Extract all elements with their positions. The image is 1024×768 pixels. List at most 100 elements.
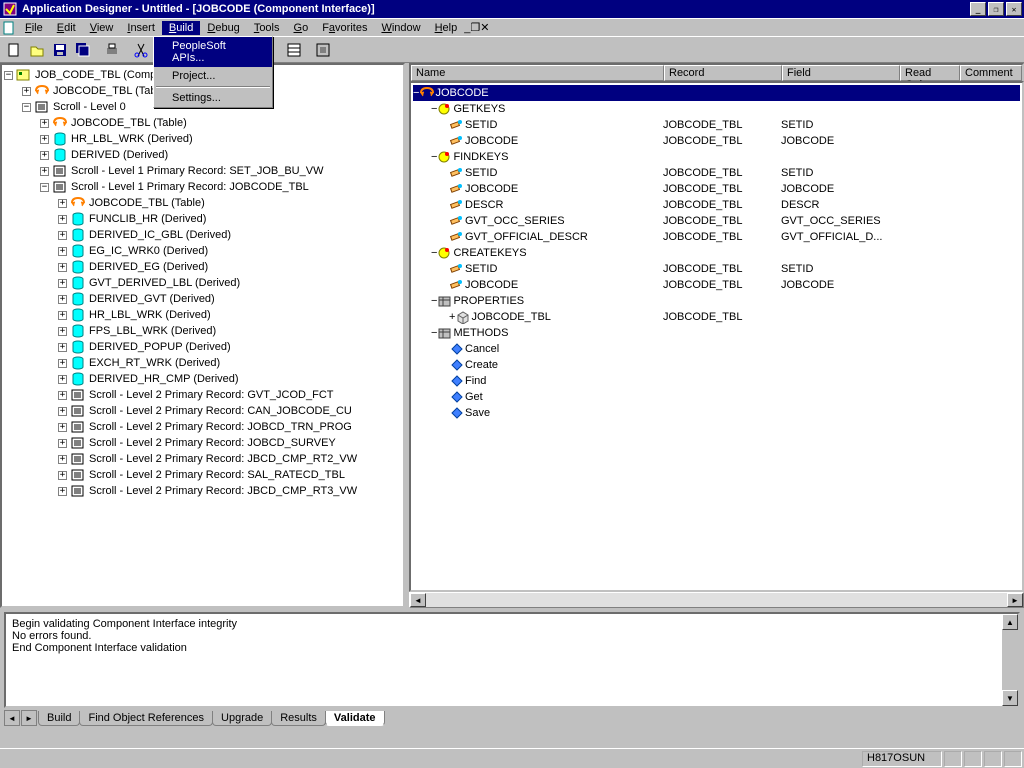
expand-icon[interactable]: + xyxy=(58,391,67,400)
tab-nav-left[interactable]: ◄ xyxy=(4,710,20,726)
tb-save-all[interactable] xyxy=(71,39,94,61)
collapse-icon[interactable]: − xyxy=(22,103,31,112)
tree-row[interactable]: +HR_LBL_WRK (Derived) xyxy=(4,131,403,147)
tab-upgrade[interactable]: Upgrade xyxy=(212,711,272,726)
scroll-down-icon[interactable]: ▼ xyxy=(1002,690,1018,706)
expand-icon[interactable]: + xyxy=(58,295,67,304)
mdi-restore-button[interactable]: ❐ xyxy=(470,21,480,34)
tree-row[interactable]: JOBCODEJOBCODE_TBLJOBCODE xyxy=(413,133,1020,149)
col-record[interactable]: Record xyxy=(664,65,782,81)
tb-open[interactable] xyxy=(25,39,48,61)
expand-icon[interactable]: + xyxy=(58,327,67,336)
col-comment[interactable]: Comment xyxy=(960,65,1022,81)
tree-row[interactable]: GVT_OCC_SERIESJOBCODE_TBLGVT_OCC_SERIES xyxy=(413,213,1020,229)
tree-row[interactable]: Create xyxy=(413,357,1020,373)
tree-row[interactable]: +DERIVED_HR_CMP (Derived) xyxy=(4,371,403,387)
tree-row[interactable]: +Scroll - Level 2 Primary Record: CAN_JO… xyxy=(4,403,403,419)
tree-row[interactable]: +EXCH_RT_WRK (Derived) xyxy=(4,355,403,371)
menu-edit[interactable]: Edit xyxy=(50,21,83,35)
expand-icon[interactable]: + xyxy=(58,439,67,448)
tab-results[interactable]: Results xyxy=(271,711,326,726)
tb-save[interactable] xyxy=(48,39,71,61)
col-readonly[interactable]: Read Only xyxy=(900,65,960,81)
tree-row[interactable]: +JOBCODE_TBL (Table) xyxy=(4,195,403,211)
menu-debug[interactable]: Debug xyxy=(200,21,246,35)
tree-row[interactable]: +FPS_LBL_WRK (Derived) xyxy=(4,323,403,339)
tree-row[interactable]: +HR_LBL_WRK (Derived) xyxy=(4,307,403,323)
tree-row[interactable]: JOBCODEJOBCODE_TBLJOBCODE xyxy=(413,181,1020,197)
menu-peoplesoft-apis[interactable]: PeopleSoft APIs... xyxy=(154,37,272,67)
menu-tools[interactable]: Tools xyxy=(247,21,287,35)
expand-icon[interactable]: + xyxy=(58,311,67,320)
tree-row[interactable]: +DERIVED_POPUP (Derived) xyxy=(4,339,403,355)
menu-window[interactable]: Window xyxy=(374,21,427,35)
tree-row[interactable]: +JOBCODE_TBLJOBCODE_TBL xyxy=(413,309,1020,325)
menu-view[interactable]: View xyxy=(83,21,121,35)
expand-icon[interactable]: + xyxy=(58,215,67,224)
tree-row[interactable]: +EG_IC_WRK0 (Derived) xyxy=(4,243,403,259)
tree-row[interactable]: +Scroll - Level 2 Primary Record: JOBCD_… xyxy=(4,419,403,435)
tree-row[interactable]: +Scroll - Level 2 Primary Record: GVT_JC… xyxy=(4,387,403,403)
tree-row[interactable]: +DERIVED_GVT (Derived) xyxy=(4,291,403,307)
tb-new[interactable] xyxy=(2,39,25,61)
tree-row[interactable]: SETIDJOBCODE_TBLSETID xyxy=(413,117,1020,133)
expand-icon[interactable]: + xyxy=(58,343,67,352)
right-tree-pane[interactable]: −JOBCODE−GETKEYSSETIDJOBCODE_TBLSETIDJOB… xyxy=(409,81,1024,592)
tree-row[interactable]: +Scroll - Level 2 Primary Record: JOBCD_… xyxy=(4,435,403,451)
tree-row[interactable]: +DERIVED (Derived) xyxy=(4,147,403,163)
tab-build[interactable]: Build xyxy=(38,711,80,726)
tb-properties[interactable] xyxy=(282,39,305,61)
expand-icon[interactable]: + xyxy=(58,359,67,368)
tree-row[interactable]: Find xyxy=(413,373,1020,389)
tb-print[interactable] xyxy=(100,39,123,61)
tree-row[interactable]: +FUNCLIB_HR (Derived) xyxy=(4,211,403,227)
menu-file[interactable]: File xyxy=(18,21,50,35)
expand-icon[interactable]: + xyxy=(58,263,67,272)
tb-build[interactable] xyxy=(311,39,334,61)
expand-icon[interactable]: + xyxy=(58,279,67,288)
expand-icon[interactable]: + xyxy=(40,151,49,160)
expand-icon[interactable]: + xyxy=(58,487,67,496)
tree-row[interactable]: +DERIVED_EG (Derived) xyxy=(4,259,403,275)
menu-help[interactable]: Help xyxy=(428,21,465,35)
tree-row[interactable]: −GETKEYS xyxy=(413,101,1020,117)
col-name[interactable]: Name xyxy=(411,65,664,81)
tree-row[interactable]: −CREATEKEYS xyxy=(413,245,1020,261)
tree-row[interactable]: +GVT_DERIVED_LBL (Derived) xyxy=(4,275,403,291)
tree-row[interactable]: +Scroll - Level 2 Primary Record: SAL_RA… xyxy=(4,467,403,483)
expand-icon[interactable]: + xyxy=(58,199,67,208)
mdi-close-button[interactable]: ✕ xyxy=(480,21,489,34)
col-field[interactable]: Field xyxy=(782,65,900,81)
tree-row[interactable]: −PROPERTIES xyxy=(413,293,1020,309)
expand-icon[interactable]: + xyxy=(58,247,67,256)
expand-icon[interactable]: + xyxy=(40,167,49,176)
output-vscroll[interactable]: ▲ ▼ xyxy=(1002,614,1018,706)
expand-icon[interactable]: + xyxy=(58,407,67,416)
menu-favorites[interactable]: Favorites xyxy=(315,21,374,35)
menu-go[interactable]: Go xyxy=(287,21,316,35)
tab-find[interactable]: Find Object References xyxy=(79,711,213,726)
tree-row[interactable]: −FINDKEYS xyxy=(413,149,1020,165)
tree-row[interactable]: +Scroll - Level 2 Primary Record: JBCD_C… xyxy=(4,483,403,499)
tree-row[interactable]: SETIDJOBCODE_TBLSETID xyxy=(413,165,1020,181)
close-button[interactable]: ✕ xyxy=(1006,2,1022,16)
expand-icon[interactable]: + xyxy=(58,375,67,384)
left-tree-pane[interactable]: −JOB_CODE_TBL (Component)+JOBCODE_TBL (T… xyxy=(0,63,405,608)
expand-icon[interactable]: + xyxy=(58,231,67,240)
menu-project[interactable]: Project... xyxy=(154,67,272,85)
output-text[interactable]: Begin validating Component Interface int… xyxy=(4,612,1020,708)
expand-icon[interactable]: + xyxy=(58,423,67,432)
tab-nav-right[interactable]: ► xyxy=(21,710,37,726)
scroll-up-icon[interactable]: ▲ xyxy=(1002,614,1018,630)
tree-row[interactable]: Get xyxy=(413,389,1020,405)
expand-icon[interactable]: + xyxy=(58,471,67,480)
tree-row[interactable]: DESCRJOBCODE_TBLDESCR xyxy=(413,197,1020,213)
maximize-button[interactable]: ❐ xyxy=(988,2,1004,16)
tree-row[interactable]: SETIDJOBCODE_TBLSETID xyxy=(413,261,1020,277)
tree-row[interactable]: +DERIVED_IC_GBL (Derived) xyxy=(4,227,403,243)
collapse-icon[interactable]: − xyxy=(4,71,13,80)
tree-row[interactable]: +Scroll - Level 1 Primary Record: SET_JO… xyxy=(4,163,403,179)
minimize-button[interactable]: _ xyxy=(970,2,986,16)
expand-icon[interactable]: + xyxy=(22,87,31,96)
menu-build[interactable]: Build xyxy=(162,21,200,35)
